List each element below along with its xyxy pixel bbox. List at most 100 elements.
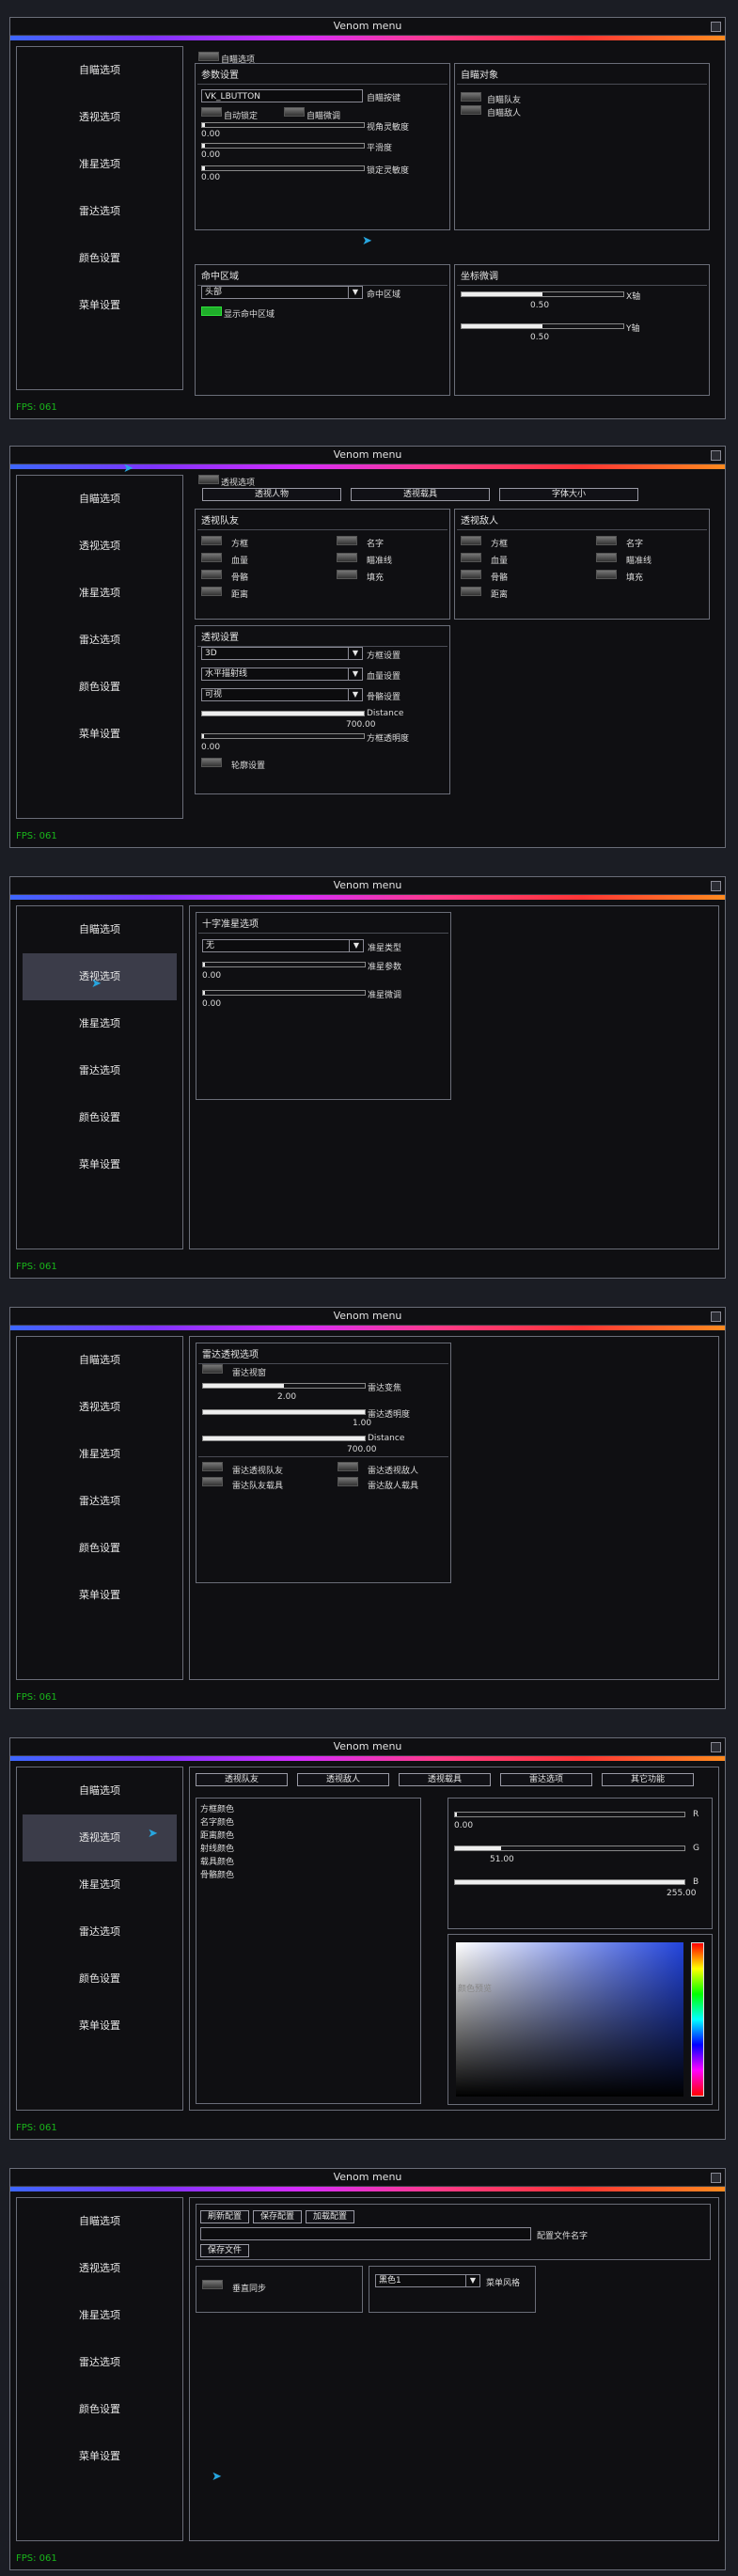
sidebar-item-menu[interactable]: 菜单设置 [23, 1141, 177, 1188]
sidebar-item-color[interactable]: 颜色设置 [23, 235, 177, 282]
show-hit-checkbox[interactable] [201, 306, 222, 316]
sidebar-item-menu[interactable]: 菜单设置 [23, 711, 177, 758]
sidebar-item-aim[interactable]: 自瞄选项 [23, 476, 177, 523]
radar-zoom-slider[interactable] [202, 1383, 366, 1389]
team-fill-checkbox[interactable] [337, 570, 357, 579]
color-item-box[interactable]: 方框颜色 [200, 1802, 234, 1814]
menu-style-dropdown[interactable]: 黑色1 ▼ [375, 2274, 480, 2287]
sidebar-item-crosshair[interactable]: 准星选项 [23, 1861, 177, 1908]
team-name-checkbox[interactable] [337, 536, 357, 545]
sidebar-item-color[interactable]: 颜色设置 [23, 664, 177, 711]
auto-lock-checkbox[interactable] [201, 107, 222, 117]
aim-key-input[interactable]: VK_LBUTTON [201, 89, 363, 102]
sidebar-item-menu[interactable]: 菜单设置 [23, 282, 177, 329]
enemy-line-checkbox[interactable] [596, 553, 617, 562]
sidebar-item-crosshair[interactable]: 准星选项 [23, 2292, 177, 2339]
team-bone-checkbox[interactable] [201, 570, 222, 579]
radar-distance-slider[interactable] [202, 1436, 366, 1441]
close-icon[interactable] [711, 881, 721, 891]
sidebar-item-radar[interactable]: 雷达选项 [23, 1047, 177, 1094]
sidebar-item-menu[interactable]: 菜单设置 [23, 1572, 177, 1619]
refresh-config-button[interactable]: 刷新配置 [200, 2210, 249, 2223]
enemy-box-checkbox[interactable] [461, 536, 481, 545]
aim-enable-checkbox[interactable] [198, 52, 219, 61]
sidebar-item-crosshair[interactable]: 准星选项 [23, 1431, 177, 1478]
hue-slider[interactable] [691, 1942, 704, 2097]
sidebar-item-crosshair[interactable]: 准星选项 [23, 141, 177, 188]
sidebar-item-radar[interactable]: 雷达选项 [23, 1478, 177, 1525]
enemy-fill-checkbox[interactable] [596, 570, 617, 579]
sidebar-item-aim[interactable]: 自瞄选项 [23, 906, 177, 953]
sidebar-item-crosshair[interactable]: 准星选项 [23, 570, 177, 617]
enemy-bone-checkbox[interactable] [461, 570, 481, 579]
crosshair-param-slider[interactable] [202, 962, 366, 967]
close-icon[interactable] [711, 1312, 721, 1322]
fov-slider[interactable] [201, 122, 365, 128]
sidebar-item-color[interactable]: 颜色设置 [23, 1956, 177, 2003]
esp-vehicle-button[interactable]: 透视载具 [351, 488, 490, 501]
box-alpha-slider[interactable] [201, 733, 365, 739]
sidebar-item-menu[interactable]: 菜单设置 [23, 2433, 177, 2480]
tab-radar[interactable]: 雷达选项 [500, 1773, 592, 1786]
radar-alpha-slider[interactable] [202, 1409, 366, 1415]
box-type-dropdown[interactable]: 3D ▼ [201, 647, 363, 660]
load-config-button[interactable]: 加载配置 [306, 2210, 354, 2223]
aim-enemy-checkbox[interactable] [461, 105, 481, 115]
b-slider[interactable] [454, 1879, 685, 1885]
save-config-button[interactable]: 保存配置 [253, 2210, 302, 2223]
radar-view-checkbox[interactable] [202, 1364, 223, 1374]
sidebar-item-aim[interactable]: 自瞄选项 [23, 1337, 177, 1384]
close-icon[interactable] [711, 2173, 721, 2183]
color-item-bone[interactable]: 骨骼颜色 [200, 1868, 234, 1880]
close-icon[interactable] [711, 450, 721, 461]
smooth-slider[interactable] [201, 143, 365, 149]
tab-esp-vehicle[interactable]: 透视载具 [399, 1773, 491, 1786]
color-item-vehicle[interactable]: 载具颜色 [200, 1855, 234, 1867]
team-dist-checkbox[interactable] [201, 587, 222, 596]
sidebar-item-radar[interactable]: 雷达选项 [23, 2339, 177, 2386]
x-axis-slider[interactable] [461, 291, 624, 297]
team-line-checkbox[interactable] [337, 553, 357, 562]
sidebar-item-esp[interactable]: 透视选项 [23, 523, 177, 570]
titlebar[interactable]: Venom menu [10, 18, 725, 36]
lock-slider[interactable] [201, 165, 365, 171]
enemy-name-checkbox[interactable] [596, 536, 617, 545]
sidebar-item-esp[interactable]: 透视选项 [23, 2245, 177, 2292]
sidebar-item-esp[interactable]: 透视选项 [23, 1384, 177, 1431]
tab-other[interactable]: 其它功能 [602, 1773, 694, 1786]
sidebar-item-color[interactable]: 颜色设置 [23, 1525, 177, 1572]
close-icon[interactable] [711, 1742, 721, 1752]
team-box-checkbox[interactable] [201, 536, 222, 545]
titlebar[interactable]: Venom menu [10, 877, 725, 895]
esp-font-button[interactable]: 字体大小 [499, 488, 638, 501]
sidebar-item-color[interactable]: 颜色设置 [23, 2386, 177, 2433]
bone-type-dropdown[interactable]: 可视 ▼ [201, 688, 363, 701]
r-slider[interactable] [454, 1812, 685, 1817]
sidebar-item-crosshair[interactable]: 准星选项 [23, 1000, 177, 1047]
close-icon[interactable] [711, 22, 721, 32]
sidebar-item-aim[interactable]: 自瞄选项 [23, 1767, 177, 1814]
vsync-checkbox[interactable] [202, 2280, 223, 2289]
tab-esp-enemy[interactable]: 透视敌人 [297, 1773, 389, 1786]
save-file-button[interactable]: 保存文件 [200, 2244, 249, 2257]
outline-checkbox[interactable] [201, 758, 222, 767]
tab-esp-team[interactable]: 透视队友 [196, 1773, 288, 1786]
hp-type-dropdown[interactable]: 水平描射线 ▼ [201, 668, 363, 681]
esp-people-button[interactable]: 透视人物 [202, 488, 341, 501]
team-hp-checkbox[interactable] [201, 553, 222, 562]
distance-slider[interactable] [201, 711, 365, 716]
radar-team-checkbox[interactable] [202, 1462, 223, 1471]
color-item-distance[interactable]: 距离颜色 [200, 1829, 234, 1841]
sidebar-item-radar[interactable]: 雷达选项 [23, 617, 177, 664]
y-axis-slider[interactable] [461, 323, 624, 329]
sidebar-item-esp[interactable]: 透视选项 [23, 94, 177, 141]
titlebar[interactable]: Venom menu [10, 447, 725, 464]
enemy-dist-checkbox[interactable] [461, 587, 481, 596]
esp-enable-checkbox[interactable] [198, 475, 219, 484]
radar-enemy-checkbox[interactable] [338, 1462, 358, 1471]
crosshair-type-dropdown[interactable]: 无 ▼ [202, 939, 364, 952]
hit-region-dropdown[interactable]: 头部 ▼ [201, 286, 363, 299]
sidebar-item-menu[interactable]: 菜单设置 [23, 2003, 177, 2050]
aim-team-checkbox[interactable] [461, 92, 481, 102]
titlebar[interactable]: Venom menu [10, 1308, 725, 1326]
